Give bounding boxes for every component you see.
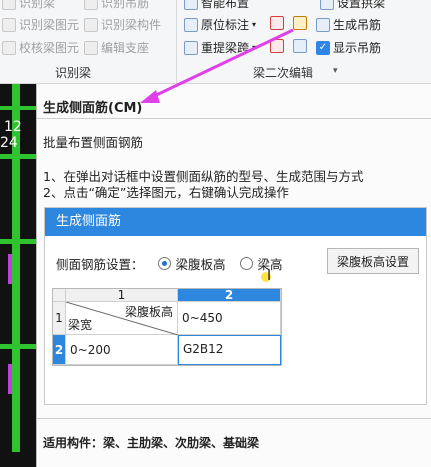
recognize-beam-top[interactable]: 识别梁 (2, 0, 55, 11)
delete-tool[interactable] (270, 39, 284, 53)
recognize-hanger-button[interactable]: 识别吊筋 (84, 0, 149, 11)
diag-top-label: 梁腹板高 (124, 305, 173, 319)
text-cursor-icon: I (267, 268, 272, 284)
column-mark (8, 364, 12, 394)
generate-hanger-button[interactable]: 生成吊筋 (316, 16, 381, 33)
applicable-components: 适用构件：梁、主肋梁、次肋梁、基础梁 (43, 436, 260, 450)
check-icon (2, 40, 16, 55)
dropdown-arrow-icon: ▾ (252, 20, 257, 29)
setting-label: 侧面钢筋设置： (56, 257, 144, 272)
hanger-generate-icon (316, 17, 330, 32)
cad-canvas[interactable]: 12 24 (0, 84, 36, 467)
group-expand-icon[interactable]: ▾ (333, 66, 338, 76)
divider (37, 418, 431, 419)
check-beam-elements-button[interactable]: 校核梁图元 (2, 39, 79, 56)
column-header-2[interactable]: 2 (178, 289, 281, 302)
smart-layout-button[interactable]: 智能布置 (184, 0, 249, 11)
ribbon: 识别梁 识别梁图元 校核梁图元 识别吊筋 识别梁构件 编辑支座 识别梁 智能布置… (0, 0, 431, 84)
re-extract-span-button[interactable]: 重提梁跨 ▾ (184, 39, 256, 56)
web-height-range-cell[interactable]: 0~450 (178, 302, 281, 335)
column-header-1[interactable]: 1 (66, 289, 178, 302)
dropdown-arrow-icon: ▾ (252, 43, 257, 52)
side-rebar-icon (293, 16, 307, 30)
cad-label-top: 12 (4, 119, 22, 135)
rebar-spec-input[interactable]: G2B12 (178, 335, 281, 365)
group-label-recognize-beam: 识别梁 (55, 66, 92, 80)
row-header-1[interactable]: 1 (53, 302, 66, 335)
paint-icon (270, 16, 284, 30)
rebar-table: 1 2 1 梁腹板高 梁宽 0~450 2 0~200 G2B12 (52, 288, 282, 366)
beam-line (0, 154, 36, 159)
web-height-settings-button[interactable]: 梁腹板高设置 (327, 248, 419, 274)
checkbox-checked-icon: ✓ (316, 40, 330, 55)
preview-dialog: 生成侧面筋 侧面钢筋设置： 梁腹板高 梁高 梁腹板高设置 1 2 1 梁腹板高 … (44, 207, 427, 405)
beam-line (0, 344, 36, 349)
column-mark (8, 254, 12, 284)
set-arch-beam-button[interactable]: 设置拱梁 (320, 0, 385, 11)
radio-beam-height[interactable] (239, 257, 253, 270)
beam-line (0, 239, 36, 244)
corner-header (53, 289, 66, 302)
group-label-beam-edit: 梁二次编辑 (253, 66, 314, 80)
diagonal-header-cell: 梁腹板高 梁宽 (66, 302, 178, 335)
diag-bottom-label: 梁宽 (68, 318, 93, 332)
cad-label-bottom: 24 (0, 135, 18, 151)
tooltip-subtitle: 批量布置侧面钢筋 (43, 135, 144, 150)
radio-web-height-label: 梁腹板高 (175, 257, 226, 272)
group-separator (176, 0, 177, 84)
annotation-icon (184, 17, 198, 32)
support-icon (84, 40, 98, 55)
arch-beam-icon (320, 0, 334, 10)
in-situ-annotation-button[interactable]: 原位标注 ▾ (184, 16, 256, 33)
tooltip-panel: 生成侧面筋(CM) 批量布置侧面钢筋 1、在弹出对话框中设置侧面纵筋的型号、生成… (36, 84, 431, 467)
beam-icon (2, 0, 16, 10)
smart-layout-icon (184, 0, 198, 10)
side-bar-tool[interactable] (270, 16, 284, 30)
beam-line (0, 106, 36, 110)
recognize-beam-component-button[interactable]: 识别梁构件 (84, 16, 161, 33)
span-icon (184, 40, 198, 55)
tooltip-title: 生成侧面筋(CM) (43, 101, 143, 116)
show-hanger-checkbox[interactable]: ✓ 显示吊筋 (316, 39, 381, 56)
tooltip-step-2: 2、点击“确定”选择图元，右键确认完成操作 (43, 185, 289, 200)
divider (37, 118, 431, 119)
recognize-beam-elements-button[interactable]: 识别梁图元 (2, 16, 79, 33)
row-header-2[interactable]: 2 (53, 335, 66, 365)
beam-width-range-cell[interactable]: 0~200 (66, 335, 178, 365)
edit-support-button[interactable]: 编辑支座 (84, 39, 149, 56)
copy-icon (293, 39, 307, 53)
copy-tool[interactable] (293, 39, 307, 53)
beam-element-icon (2, 17, 16, 32)
component-icon (84, 17, 98, 32)
radio-web-height[interactable] (157, 257, 171, 270)
dialog-title: 生成侧面筋 (45, 208, 426, 236)
delete-icon (270, 39, 284, 53)
generate-side-rebar-button[interactable] (293, 16, 307, 30)
rebar-setting-row: 侧面钢筋设置： 梁腹板高 梁高 (56, 254, 283, 273)
hanger-icon (84, 0, 98, 10)
